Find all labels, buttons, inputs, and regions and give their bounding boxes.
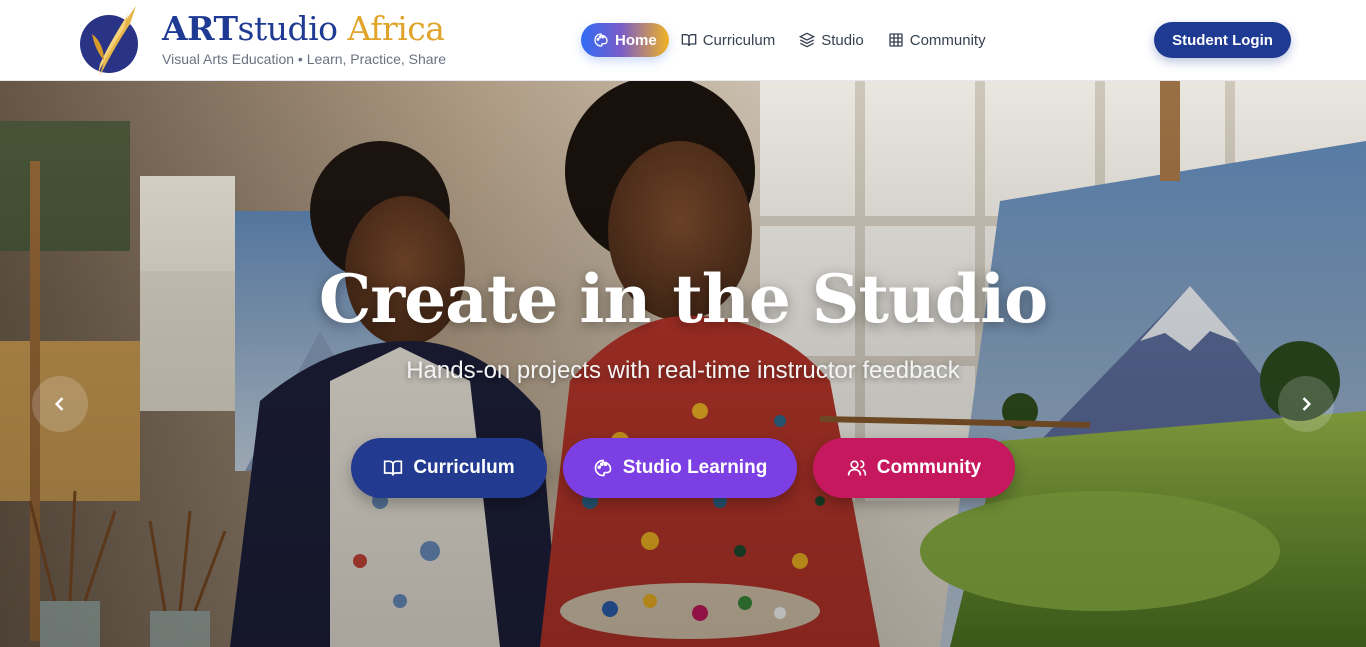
brand-title-studio: studio [237, 9, 339, 48]
nav-item-label: Curriculum [702, 31, 776, 49]
student-login-button[interactable]: Student Login [1154, 22, 1291, 58]
brand-title-africa: Africa [337, 9, 445, 48]
palette-icon [594, 459, 612, 477]
button-label: Curriculum [413, 457, 515, 478]
brand-block[interactable]: ARTstudio Africa Visual Arts Education •… [162, 10, 447, 68]
nav-item-studio[interactable]: Studio [787, 23, 876, 57]
hero-carousel: Create in the Studio Hands-on projects w… [0, 81, 1366, 647]
brand-logo-icon[interactable] [78, 4, 144, 78]
hero-subtitle: Hands-on projects with real-time instruc… [406, 357, 960, 384]
grid-icon [889, 33, 903, 47]
nav-item-community[interactable]: Community [876, 23, 998, 57]
brand-title-art: ART [162, 9, 238, 48]
hero-cta-row: Curriculum Studio Learning Community [351, 438, 1015, 498]
layers-icon [799, 32, 816, 48]
carousel-next-button[interactable] [1278, 376, 1334, 432]
book-open-icon [681, 34, 697, 47]
carousel-prev-button[interactable] [32, 376, 88, 432]
book-open-icon [384, 460, 403, 476]
button-label: Studio Learning [622, 457, 768, 478]
brand-tagline: Visual Arts Education • Learn, Practice,… [162, 51, 447, 67]
brand-title: ARTstudio Africa [162, 10, 446, 48]
nav-item-label: Home [615, 31, 657, 49]
hero-title: Create in the Studio [318, 260, 1048, 338]
site-header: ARTstudio Africa Visual Arts Education •… [0, 0, 1366, 81]
palette-icon [594, 33, 608, 47]
nav-item-curriculum[interactable]: Curriculum [669, 23, 788, 57]
chevron-right-icon [1302, 397, 1312, 411]
chevron-left-icon [54, 397, 64, 411]
button-label: Community [876, 457, 982, 478]
users-icon [847, 460, 866, 476]
nav-item-label: Studio [821, 31, 864, 49]
curriculum-button[interactable]: Curriculum [351, 438, 547, 498]
main-nav: Home Curriculum Studio Community [581, 22, 998, 58]
community-button[interactable]: Community [813, 438, 1015, 498]
nav-item-label: Community [909, 31, 986, 49]
studio-learning-button[interactable]: Studio Learning [563, 438, 797, 498]
nav-item-home[interactable]: Home [581, 23, 669, 57]
